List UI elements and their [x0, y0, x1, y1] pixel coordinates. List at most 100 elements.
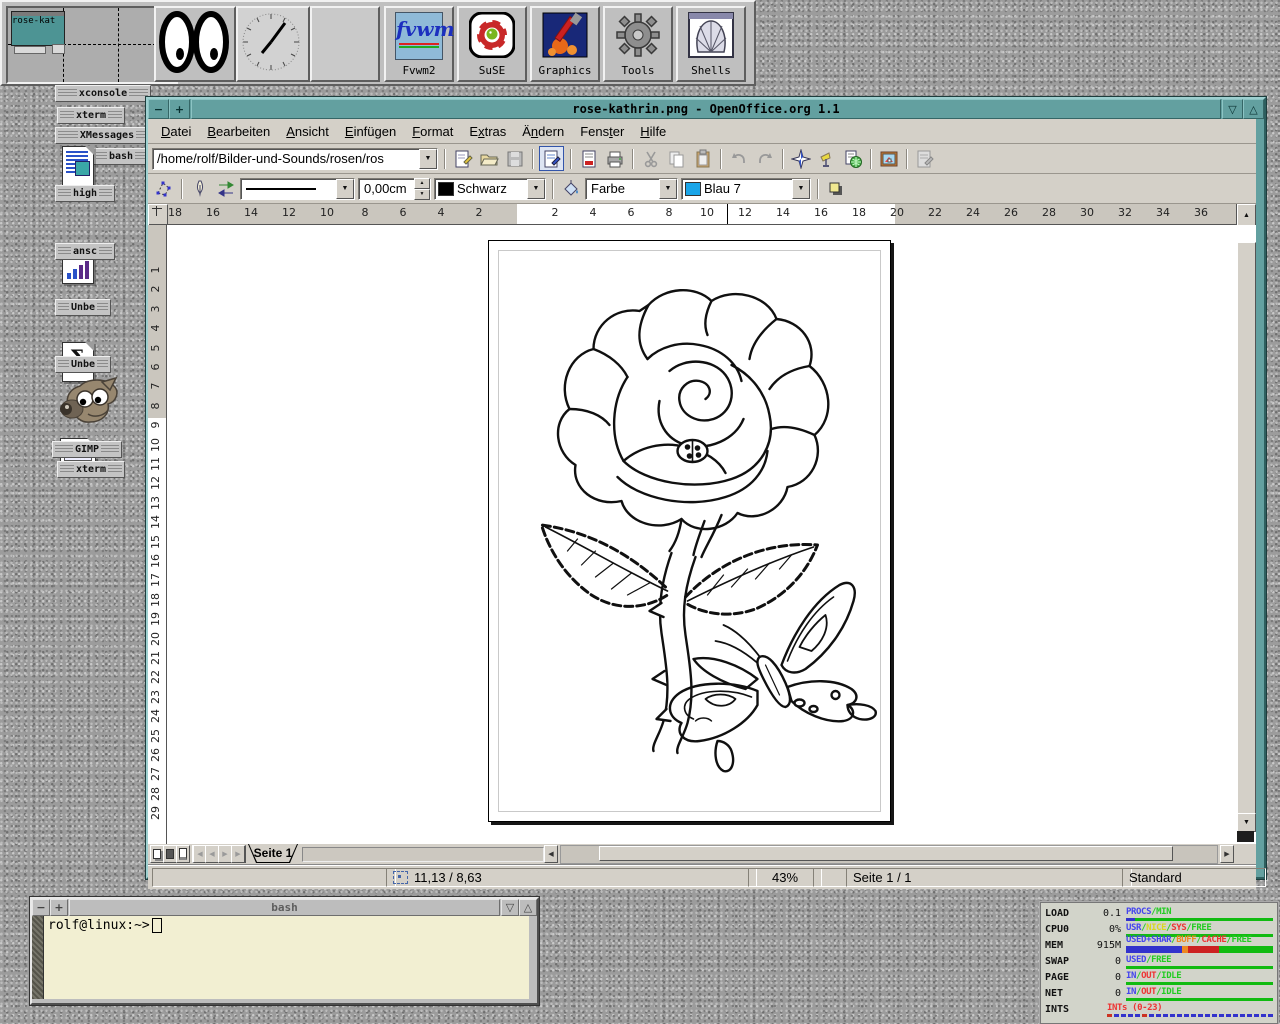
- menu-einfuegen[interactable]: Einfügen: [338, 122, 403, 141]
- copy-icon[interactable]: [665, 147, 688, 170]
- panel-button-tools[interactable]: Tools: [603, 6, 673, 82]
- menu-fenster[interactable]: Fenster: [573, 122, 631, 141]
- status-zoom-cell[interactable]: 43%: [748, 868, 822, 887]
- window-resize-button[interactable]: +: [50, 899, 68, 916]
- text-document-icon[interactable]: [62, 146, 94, 186]
- scroll-up-button[interactable]: ▲: [1237, 204, 1256, 226]
- panel-button-shells[interactable]: Shells: [676, 6, 746, 82]
- window-iconify-button[interactable]: ▽: [501, 899, 519, 916]
- icon-unbenannt-2[interactable]: Unbe: [55, 356, 111, 373]
- gallery-icon[interactable]: [877, 147, 900, 170]
- line-style-dropdown-button[interactable]: ▼: [336, 179, 354, 199]
- line-width-field[interactable]: 0,00cm ▲▼: [358, 178, 431, 200]
- menu-ansicht[interactable]: Ansicht: [279, 122, 336, 141]
- panel-button-suse[interactable]: SuSE: [457, 6, 527, 82]
- form-icon[interactable]: [913, 147, 936, 170]
- window-iconify-button[interactable]: ▽: [1222, 99, 1243, 119]
- zoom-icon[interactable]: [815, 147, 838, 170]
- menu-aendern[interactable]: Ändern: [515, 122, 571, 141]
- window-maximize-button[interactable]: △: [519, 899, 537, 916]
- hscroll-right-button[interactable]: ▶: [1220, 845, 1234, 863]
- window-resize-button[interactable]: +: [169, 99, 190, 119]
- arrow-style-icon[interactable]: [214, 177, 237, 200]
- horizontal-ruler[interactable]: 1816141210864224681012141618202224262830…: [168, 204, 1237, 224]
- undo-icon[interactable]: [727, 147, 750, 170]
- menu-format[interactable]: Format: [405, 122, 460, 141]
- vertical-scrollbar-thumb[interactable]: [1237, 242, 1256, 814]
- page-tab[interactable]: Seite 1: [248, 844, 298, 863]
- icon-xmessages[interactable]: XMessages: [55, 127, 159, 144]
- horizontal-scrollbar-thumb[interactable]: [599, 846, 1173, 861]
- navigator-icon[interactable]: [789, 147, 812, 170]
- drawing-page[interactable]: [488, 240, 891, 822]
- open-icon[interactable]: [477, 147, 500, 170]
- drawing-canvas[interactable]: 1234567891011121314151617181920212223242…: [148, 225, 1256, 844]
- next-page-button[interactable]: ▶: [218, 845, 232, 863]
- icon-high[interactable]: high: [55, 185, 115, 202]
- horizontal-scrollbar[interactable]: [560, 845, 1218, 864]
- icon-ansc[interactable]: ansc: [55, 243, 115, 260]
- icon-bash[interactable]: bash: [93, 148, 149, 165]
- terminal-body[interactable]: rolf@linux:~>: [32, 916, 529, 999]
- scroll-down-button[interactable]: ▼: [1237, 813, 1256, 832]
- fvwm-pager[interactable]: rose-kat: [6, 6, 178, 84]
- new-document-icon[interactable]: [451, 147, 474, 170]
- master-mode-button[interactable]: [163, 845, 177, 863]
- window-menu-button[interactable]: −: [32, 899, 50, 916]
- ruler-origin-button[interactable]: [148, 204, 168, 226]
- gimp-wilber-icon[interactable]: [58, 376, 120, 428]
- url-field[interactable]: /home/rolf/Bilder-und-Sounds/rosen/ros ▼: [152, 148, 438, 170]
- menu-bearbeiten[interactable]: Bearbeiten: [200, 122, 277, 141]
- edit-points-icon[interactable]: [152, 177, 175, 200]
- page-mode-button[interactable]: [150, 845, 164, 863]
- window-maximize-button[interactable]: △: [1243, 99, 1264, 119]
- hyperlink-icon[interactable]: [841, 147, 864, 170]
- menu-datei[interactable]: Datei: [154, 122, 198, 141]
- edit-file-icon[interactable]: [539, 146, 564, 171]
- layer-mode-button[interactable]: [176, 845, 190, 863]
- save-icon[interactable]: [503, 147, 526, 170]
- fill-style-select[interactable]: Farbe ▼: [585, 178, 678, 200]
- icon-gimp[interactable]: GIMP: [52, 441, 122, 458]
- icon-xterm-2[interactable]: xterm: [57, 461, 125, 478]
- menu-extras[interactable]: Extras: [462, 122, 513, 141]
- pen-icon[interactable]: [188, 177, 211, 200]
- panel-button-fvwm2[interactable]: fvwm Fvwm2: [384, 6, 454, 82]
- terminal-titlebar[interactable]: − + bash ▽ △: [32, 899, 537, 916]
- line-color-select[interactable]: Schwarz ▼: [434, 178, 546, 200]
- terminal-scrollbar[interactable]: [32, 916, 44, 999]
- line-style-select[interactable]: ▼: [240, 178, 355, 200]
- ruler-number: 36: [1191, 206, 1211, 219]
- openoffice-titlebar[interactable]: − + rose-kathrin.png - OpenOffice.org 1.…: [148, 99, 1264, 119]
- status-style-cell[interactable]: Standard: [1122, 868, 1266, 887]
- fill-color-select[interactable]: Blau 7 ▼: [681, 178, 811, 200]
- pager-mini-window[interactable]: rose-kat: [11, 11, 65, 46]
- window-menu-button[interactable]: −: [148, 99, 169, 119]
- vertical-ruler[interactable]: 1234567891011121314151617181920212223242…: [148, 225, 167, 844]
- hscroll-left-button[interactable]: ◀: [544, 845, 558, 863]
- export-pdf-icon[interactable]: [577, 147, 600, 170]
- fill-color-dropdown-button[interactable]: ▼: [792, 179, 810, 199]
- shadow-toggle-icon[interactable]: [824, 177, 847, 200]
- icon-unbenannt-1[interactable]: Unbe: [55, 299, 111, 316]
- status-position-cell[interactable]: 11,13 / 8,63: [386, 868, 757, 887]
- previous-page-button[interactable]: ◀: [205, 845, 219, 863]
- line-width-spinner[interactable]: ▲▼: [414, 178, 430, 200]
- url-dropdown-button[interactable]: ▼: [419, 149, 437, 169]
- print-icon[interactable]: [603, 147, 626, 170]
- status-page-cell[interactable]: Seite 1 / 1: [846, 868, 1132, 887]
- fill-icon[interactable]: [559, 177, 582, 200]
- icon-xconsole[interactable]: xconsole: [55, 85, 151, 102]
- panel-button-graphics[interactable]: Graphics: [530, 6, 600, 82]
- fill-style-dropdown-button[interactable]: ▼: [659, 179, 677, 199]
- pager-mini-window[interactable]: [52, 44, 65, 54]
- redo-icon[interactable]: [753, 147, 776, 170]
- menu-hilfe[interactable]: Hilfe: [633, 122, 673, 141]
- cut-icon[interactable]: [639, 147, 662, 170]
- paste-icon[interactable]: [691, 147, 714, 170]
- last-page-button[interactable]: ▶: [231, 845, 246, 863]
- line-color-dropdown-button[interactable]: ▼: [527, 179, 545, 199]
- pager-mini-window[interactable]: [14, 46, 46, 54]
- icon-xterm[interactable]: xterm: [57, 107, 125, 124]
- image-object-bounds[interactable]: [498, 250, 881, 812]
